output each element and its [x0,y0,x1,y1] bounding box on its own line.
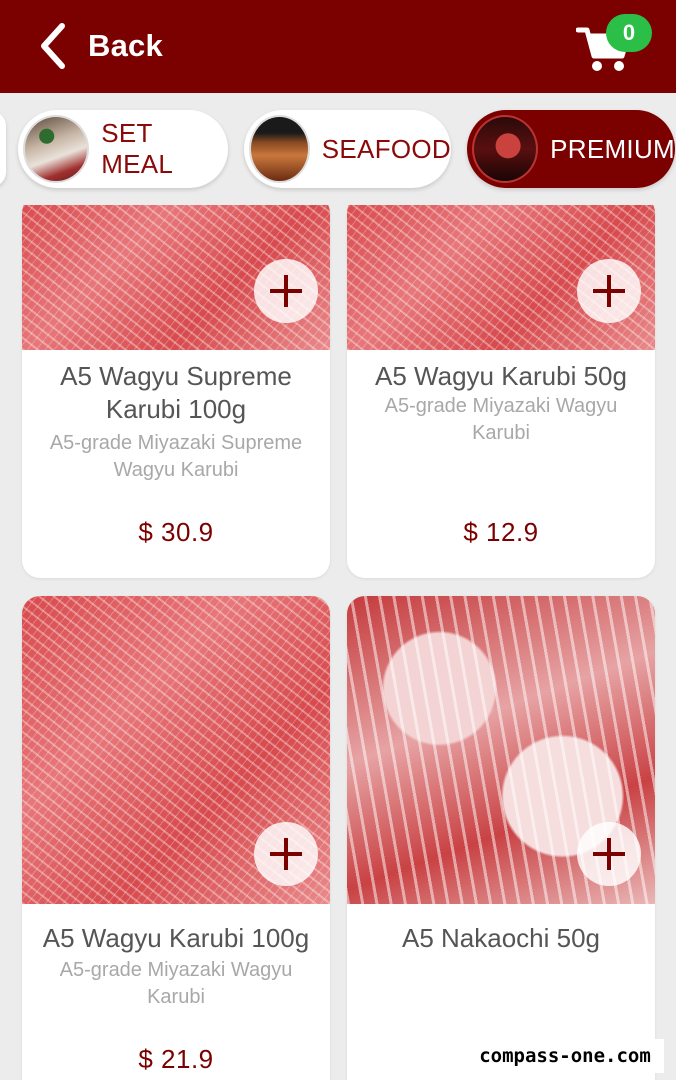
tab-seafood[interactable]: SEAFOOD [244,110,451,188]
product-name: A5 Wagyu Karubi 50g [375,361,627,391]
cart-count-badge: 0 [606,14,652,52]
product-card[interactable]: A5 Wagyu Karubi 50g A5-grade Miyazaki Wa… [347,205,655,578]
product-card[interactable]: A5 Wagyu Supreme Karubi 100g A5-grade Mi… [22,205,330,578]
product-description: A5-grade Miyazaki Supreme Wagyu Karubi [49,432,303,481]
product-name: A5 Nakaochi 50g [401,923,601,953]
cart-button[interactable]: 0 [576,14,660,76]
product-card[interactable]: A5 Wagyu Karubi 100g A5-grade Miyazaki W… [22,596,330,1080]
tab-label: SET MEAL [101,118,174,179]
add-to-cart-button[interactable] [254,822,318,886]
product-card[interactable]: A5 Nakaochi 50g [347,596,655,1080]
back-label: Back [88,28,163,63]
tab-label: SEAFOOD [321,133,451,164]
watermark: compass-one.com [466,1039,664,1073]
back-button[interactable]: Back [36,22,163,70]
product-price: $ 12.9 [463,517,539,547]
product-price: $ 30.9 [138,517,214,547]
chevron-left-icon [41,23,65,69]
product-description: A5-grade Miyazaki Wagyu Karubi [384,395,618,444]
premium-thumbnail [472,115,539,183]
product-price: $ 21.9 [138,1044,214,1074]
product-grid: A5 Wagyu Supreme Karubi 100g A5-grade Mi… [0,205,676,1080]
product-description: A5-grade Miyazaki Wagyu Karubi [59,959,293,1008]
category-tabs: SET MEAL SEAFOOD PREMIUM [0,93,676,205]
product-name: A5 Wagyu Karubi 100g [42,923,310,953]
add-to-cart-button[interactable] [577,259,641,323]
add-to-cart-button[interactable] [577,822,641,886]
product-name: A5 Wagyu Supreme Karubi 100g [60,361,292,424]
tab-set-meal[interactable]: SET MEAL [18,110,228,188]
tab-label: PREMIUM [550,133,675,164]
seafood-thumbnail [249,115,310,183]
category-tab-partial[interactable] [0,111,6,187]
add-to-cart-button[interactable] [254,259,318,323]
tab-premium[interactable]: PREMIUM [467,110,675,188]
app-header: Back 0 [0,0,676,93]
set-meal-thumbnail [23,115,90,183]
